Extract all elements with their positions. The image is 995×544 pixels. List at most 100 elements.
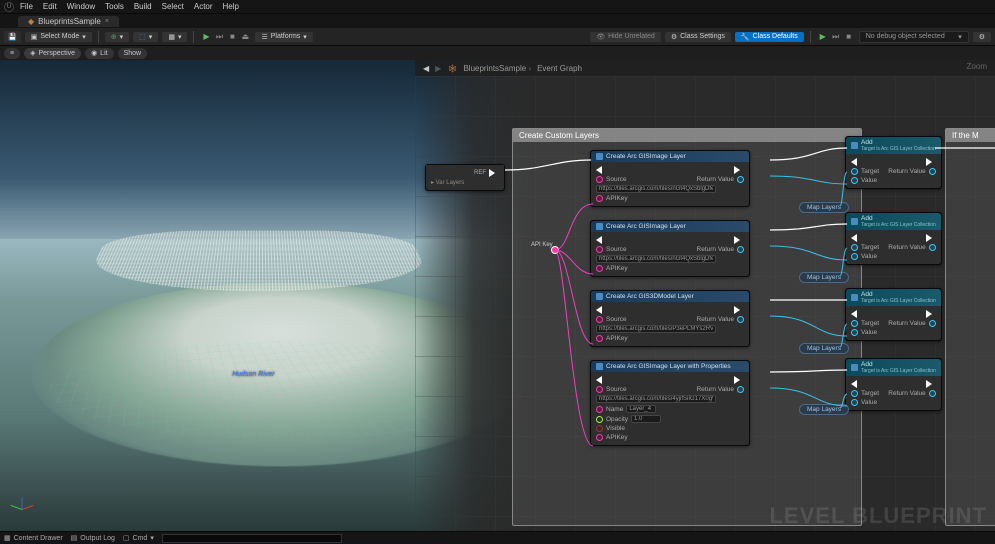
add-content-button[interactable]: ⊕▾ bbox=[105, 32, 129, 42]
menu-file[interactable]: File bbox=[20, 2, 33, 11]
menu-tools[interactable]: Tools bbox=[105, 2, 124, 11]
bp-node-create-image-layer-1[interactable]: Create Arc GISImage Layer Source Return … bbox=[590, 150, 750, 207]
target-pin[interactable] bbox=[851, 320, 858, 327]
source-pin[interactable] bbox=[596, 316, 603, 323]
return-pin[interactable] bbox=[929, 390, 936, 397]
comment-if-map[interactable]: If the M bbox=[945, 128, 995, 526]
cinematics-button[interactable]: ▦▾ bbox=[162, 32, 187, 42]
select-mode-dropdown[interactable]: ▣ Select Mode ▾ bbox=[25, 32, 92, 42]
bp-node-add-3[interactable]: AddTarget is Arc GIS Layer Collection Ta… bbox=[845, 288, 942, 341]
value-pin[interactable] bbox=[851, 329, 858, 336]
bp-node-add-1[interactable]: AddTarget is Arc GIS Layer Collection Ta… bbox=[845, 136, 942, 189]
target-pin[interactable] bbox=[851, 390, 858, 397]
sim-play-button[interactable]: ▶ bbox=[817, 31, 829, 43]
lit-dropdown[interactable]: ◉ Lit bbox=[85, 48, 114, 59]
exec-in-pin[interactable] bbox=[845, 158, 857, 166]
perspective-dropdown[interactable]: ◈ Perspective bbox=[24, 48, 81, 59]
bp-node-create-3dmodel-layer[interactable]: Create Arc GIS3DModel Layer Source Retur… bbox=[590, 290, 750, 347]
class-defaults-button[interactable]: 🔧 Class Defaults bbox=[735, 32, 804, 42]
bp-node-add-2[interactable]: AddTarget is Arc GIS Layer Collection Ta… bbox=[845, 212, 942, 265]
node-header[interactable]: Create Arc GIS3DModel Layer bbox=[591, 291, 749, 302]
node-header[interactable]: Create Arc GISImage Layer bbox=[591, 221, 749, 232]
exec-in-pin[interactable] bbox=[590, 236, 602, 244]
skip-button[interactable]: ⏭ bbox=[213, 31, 225, 43]
exec-out-pin[interactable] bbox=[926, 310, 936, 318]
map-layers-button-3[interactable]: Map Layers bbox=[799, 343, 849, 354]
exec-out-pin[interactable] bbox=[734, 376, 744, 384]
exec-in-pin[interactable] bbox=[845, 310, 857, 318]
menu-edit[interactable]: Edit bbox=[43, 2, 57, 11]
show-dropdown[interactable]: Show bbox=[118, 48, 148, 59]
visible-pin[interactable] bbox=[596, 425, 603, 432]
exec-out-pin[interactable] bbox=[734, 166, 744, 174]
exec-in-pin[interactable] bbox=[590, 166, 602, 174]
stop-button[interactable]: ■ bbox=[226, 31, 238, 43]
target-pin[interactable] bbox=[851, 168, 858, 175]
exec-out-pin[interactable] bbox=[926, 380, 936, 388]
platforms-dropdown[interactable]: ☰ Platforms ▾ bbox=[255, 32, 312, 42]
apikey-pin[interactable] bbox=[596, 335, 603, 342]
source-input[interactable] bbox=[596, 325, 716, 333]
eject-button[interactable]: ⏏ bbox=[239, 31, 251, 43]
node-header[interactable]: AddTarget is Arc GIS Layer Collection bbox=[846, 289, 941, 306]
name-input[interactable] bbox=[626, 405, 656, 413]
graph-canvas[interactable]: REF ▸ Var Layers Create Custom Layers If… bbox=[415, 76, 995, 531]
node-header[interactable]: Create Arc GISImage Layer bbox=[591, 151, 749, 162]
menu-build[interactable]: Build bbox=[134, 2, 152, 11]
cmd-dropdown[interactable]: ▢ Cmd ▾ bbox=[123, 534, 154, 542]
bp-node-fragment[interactable]: REF ▸ Var Layers bbox=[425, 164, 505, 191]
crumb-graph[interactable]: Event Graph bbox=[537, 64, 582, 73]
save-button[interactable]: 💾 bbox=[4, 31, 21, 43]
apikey-pin[interactable] bbox=[596, 265, 603, 272]
opacity-pin[interactable] bbox=[596, 416, 603, 423]
tab-blueprints-sample[interactable]: ◆ BlueprintsSample × bbox=[18, 16, 119, 27]
play-button[interactable]: ▶ bbox=[200, 31, 212, 43]
back-button[interactable]: ◀ bbox=[423, 64, 429, 73]
blueprints-button[interactable]: ⬚▾ bbox=[133, 32, 158, 42]
close-icon[interactable]: × bbox=[105, 18, 109, 25]
menu-window[interactable]: Window bbox=[67, 2, 95, 11]
opacity-input[interactable] bbox=[631, 415, 661, 423]
source-pin[interactable] bbox=[596, 176, 603, 183]
value-pin[interactable] bbox=[851, 399, 858, 406]
source-input[interactable] bbox=[596, 185, 716, 193]
node-header[interactable]: Create Arc GISImage Layer with Propertie… bbox=[591, 361, 749, 372]
exec-in-pin[interactable] bbox=[590, 376, 602, 384]
exec-in-pin[interactable] bbox=[845, 234, 857, 242]
bp-node-create-image-layer-2[interactable]: Create Arc GISImage Layer Source Return … bbox=[590, 220, 750, 277]
exec-out-pin[interactable] bbox=[926, 234, 936, 242]
return-pin[interactable] bbox=[737, 386, 744, 393]
output-log-button[interactable]: ▤ Output Log bbox=[71, 534, 115, 542]
node-header[interactable]: AddTarget is Arc GIS Layer Collection bbox=[846, 137, 941, 154]
exec-in-pin[interactable] bbox=[590, 306, 602, 314]
settings-button[interactable]: ⚙ bbox=[973, 32, 991, 42]
return-pin[interactable] bbox=[737, 246, 744, 253]
source-pin[interactable] bbox=[596, 386, 603, 393]
menu-help[interactable]: Help bbox=[223, 2, 239, 11]
exec-in-pin[interactable] bbox=[845, 380, 857, 388]
content-drawer-button[interactable]: ▦ Content Drawer bbox=[4, 534, 63, 542]
bp-node-create-image-layer-props[interactable]: Create Arc GISImage Layer with Propertie… bbox=[590, 360, 750, 446]
sim-stop-button[interactable]: ■ bbox=[843, 31, 855, 43]
viewport-menu-button[interactable]: ≡ bbox=[4, 48, 20, 59]
return-pin[interactable] bbox=[929, 168, 936, 175]
menu-actor[interactable]: Actor bbox=[194, 2, 213, 11]
node-header[interactable]: AddTarget is Arc GIS Layer Collection bbox=[846, 213, 941, 230]
forward-button[interactable]: ▶ bbox=[435, 64, 441, 73]
exec-out-pin[interactable] bbox=[734, 236, 744, 244]
exec-out-pin[interactable] bbox=[926, 158, 936, 166]
comment-title[interactable]: Create Custom Layers bbox=[513, 129, 861, 142]
menu-select[interactable]: Select bbox=[162, 2, 184, 11]
value-pin[interactable] bbox=[851, 177, 858, 184]
debug-object-dropdown[interactable]: No debug object selected ▾ bbox=[859, 31, 969, 43]
source-pin[interactable] bbox=[596, 246, 603, 253]
return-pin[interactable] bbox=[737, 316, 744, 323]
crumb-level[interactable]: BlueprintsSample bbox=[463, 64, 531, 73]
map-layers-button-4[interactable]: Map Layers bbox=[799, 404, 849, 415]
source-input[interactable] bbox=[596, 255, 716, 263]
hide-unrelated-toggle[interactable]: 👁 Hide Unrelated bbox=[590, 32, 661, 42]
target-pin[interactable] bbox=[851, 244, 858, 251]
return-pin[interactable] bbox=[929, 320, 936, 327]
map-layers-button-2[interactable]: Map Layers bbox=[799, 272, 849, 283]
return-pin[interactable] bbox=[737, 176, 744, 183]
